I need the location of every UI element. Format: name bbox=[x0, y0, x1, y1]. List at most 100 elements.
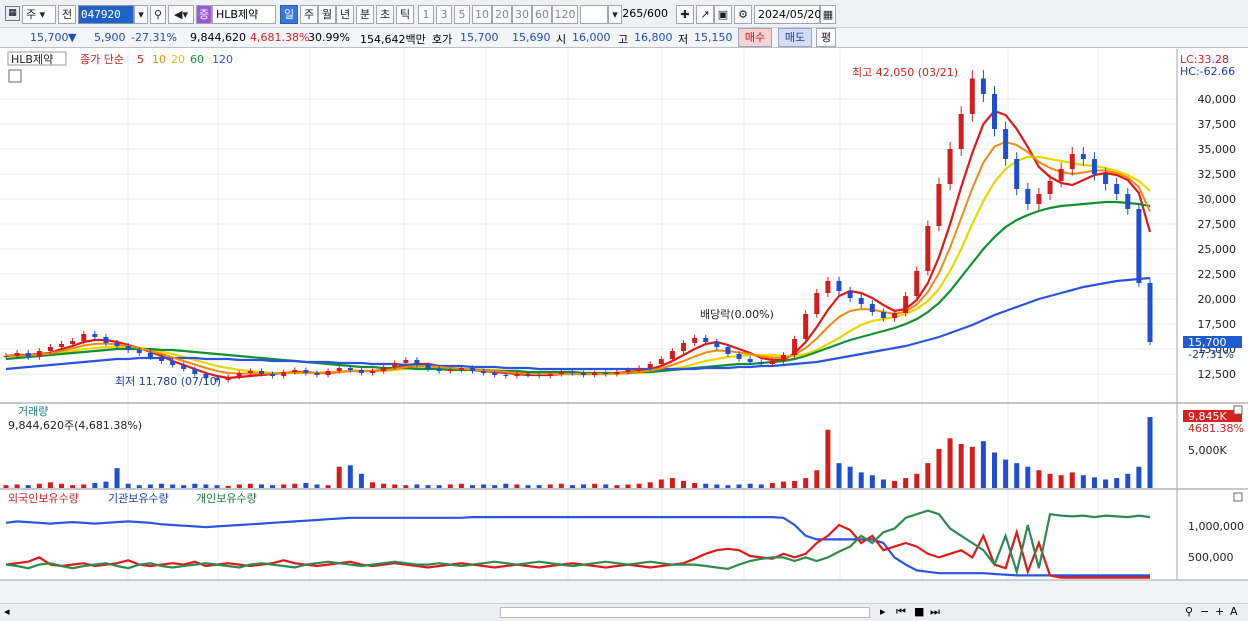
volume-bar bbox=[536, 485, 542, 488]
volume-bar bbox=[1147, 417, 1153, 488]
zoom-out-icon[interactable]: − bbox=[1200, 605, 1209, 618]
crosshair-icon[interactable]: ✚ bbox=[676, 5, 694, 24]
volume-bar bbox=[758, 484, 764, 488]
rewind-icon[interactable]: ⏮ bbox=[896, 605, 906, 619]
scroll-thumb[interactable] bbox=[500, 607, 870, 618]
volume-bar bbox=[814, 470, 820, 488]
period-month[interactable]: 월 bbox=[318, 5, 336, 24]
volume-bar bbox=[858, 472, 864, 488]
period-tick[interactable]: 틱 bbox=[396, 5, 414, 24]
chart-settings-icon[interactable] bbox=[8, 69, 22, 83]
volume-bar bbox=[247, 483, 253, 488]
price-tick-label: 30,000 bbox=[1198, 193, 1237, 206]
calendar-icon[interactable]: ▦ bbox=[820, 5, 836, 24]
candle-body bbox=[669, 351, 675, 359]
speaker-icon[interactable]: ◀▾ bbox=[168, 5, 194, 24]
interval-60[interactable]: 60 bbox=[532, 5, 552, 24]
zoom-icon[interactable]: ⚲ bbox=[1185, 605, 1193, 618]
volume-bar bbox=[414, 484, 420, 488]
volume-bar bbox=[714, 484, 720, 488]
type-select[interactable]: 주 ▾ bbox=[22, 5, 56, 24]
draw-icon[interactable]: ↗ bbox=[696, 5, 714, 24]
code-dropdown-icon[interactable]: ▾ bbox=[134, 5, 148, 24]
volume-bar bbox=[692, 483, 698, 488]
volume-bar bbox=[558, 483, 564, 488]
price-chart[interactable]: 40,000 37,500 35,000 32,500 30,000 27,500 25,0… bbox=[0, 49, 1248, 603]
stock-code-input[interactable]: 047920 bbox=[78, 5, 134, 24]
candle-body bbox=[336, 368, 342, 371]
annotation-high: 최고 42,050 (03/21) bbox=[852, 66, 958, 79]
volume-bar bbox=[581, 484, 587, 488]
candle-body bbox=[403, 360, 409, 363]
gear-icon[interactable]: ⚙ bbox=[734, 5, 752, 24]
candle-body bbox=[392, 363, 398, 367]
interval-5[interactable]: 5 bbox=[454, 5, 470, 24]
avg-button[interactable]: 평 bbox=[816, 28, 836, 47]
text-size-icon[interactable]: A bbox=[1230, 605, 1238, 618]
open-label: 시 bbox=[556, 33, 567, 46]
stop-icon[interactable]: ■ bbox=[914, 605, 924, 618]
candle-body bbox=[136, 350, 142, 353]
candle-body bbox=[358, 370, 364, 373]
candle-body bbox=[992, 94, 998, 129]
period-minute[interactable]: 분 bbox=[356, 5, 374, 24]
quote-bar: 15,700 ▼ 5,900 -27.31% 9,844,620 4,681.3… bbox=[0, 28, 1248, 48]
zoom-in-icon[interactable]: + bbox=[1215, 605, 1224, 618]
interval-30[interactable]: 30 bbox=[512, 5, 532, 24]
volume-panel-close-icon[interactable] bbox=[1233, 405, 1243, 415]
candle-body bbox=[181, 365, 187, 369]
period-week[interactable]: 주 bbox=[300, 5, 318, 24]
scroll-left-icon[interactable]: ◂ bbox=[4, 605, 10, 618]
fast-forward-icon[interactable]: ⏭ bbox=[930, 605, 940, 619]
search-icon[interactable]: ⚲ bbox=[150, 5, 166, 24]
count-field[interactable]: 265/600 bbox=[612, 5, 670, 24]
candle-body bbox=[14, 353, 20, 356]
interval-10[interactable]: 10 bbox=[472, 5, 492, 24]
interval-1[interactable]: 1 bbox=[418, 5, 434, 24]
candle-body bbox=[370, 371, 376, 373]
holdings-panel-close-icon[interactable] bbox=[1233, 492, 1243, 502]
volume-bar bbox=[425, 485, 431, 488]
prev-button[interactable]: 전 bbox=[58, 5, 76, 24]
candle-body bbox=[569, 372, 575, 373]
candle-body bbox=[1103, 174, 1109, 184]
holdings-institution-label: 기관보유수량 bbox=[108, 492, 169, 505]
candle-body bbox=[3, 356, 9, 357]
interval-20[interactable]: 20 bbox=[492, 5, 512, 24]
open-price: 16,000 bbox=[572, 31, 611, 44]
save-icon[interactable]: ▣ bbox=[714, 5, 732, 24]
candle-body bbox=[1047, 181, 1053, 194]
candle-body bbox=[170, 361, 176, 365]
scroll-right-icon[interactable]: ▸ bbox=[880, 605, 886, 618]
price-change: 5,900 bbox=[94, 31, 126, 44]
volume-bar bbox=[1047, 473, 1053, 488]
period-year[interactable]: 년 bbox=[336, 5, 354, 24]
candle-body bbox=[603, 373, 609, 374]
candle-body bbox=[325, 371, 331, 375]
interval-3[interactable]: 3 bbox=[436, 5, 452, 24]
volume-bar bbox=[225, 485, 231, 488]
date-input[interactable]: 2024/05/20 bbox=[754, 5, 821, 24]
buy-button[interactable]: 매수 bbox=[738, 28, 772, 47]
candle-body bbox=[558, 372, 564, 374]
period-day[interactable]: 일 bbox=[280, 5, 298, 24]
legend-stock-name: HLB제약 bbox=[11, 52, 53, 66]
period-second[interactable]: 초 bbox=[376, 5, 394, 24]
sell-button[interactable]: 매도 bbox=[778, 28, 812, 47]
chart-scroll-bar[interactable]: ◂ ▸ ⏮ ■ ⏭ ⚲ − + A bbox=[0, 603, 1248, 621]
volume-bar bbox=[447, 484, 453, 488]
volume-bar bbox=[525, 485, 531, 488]
candle-body bbox=[936, 184, 942, 226]
candle-body bbox=[1091, 159, 1097, 174]
interval-custom-input[interactable] bbox=[580, 5, 608, 24]
price-tick-label: 20,000 bbox=[1198, 293, 1237, 306]
candle-body bbox=[681, 343, 687, 351]
candle-body bbox=[158, 357, 164, 361]
volume-bar bbox=[203, 484, 209, 488]
volume-bar bbox=[892, 480, 898, 488]
candle-body bbox=[59, 344, 65, 347]
low-price: 15,150 bbox=[694, 31, 733, 44]
layout-icon[interactable]: ▦ bbox=[5, 6, 20, 21]
interval-120[interactable]: 120 bbox=[552, 5, 578, 24]
candle-body bbox=[1136, 209, 1142, 283]
